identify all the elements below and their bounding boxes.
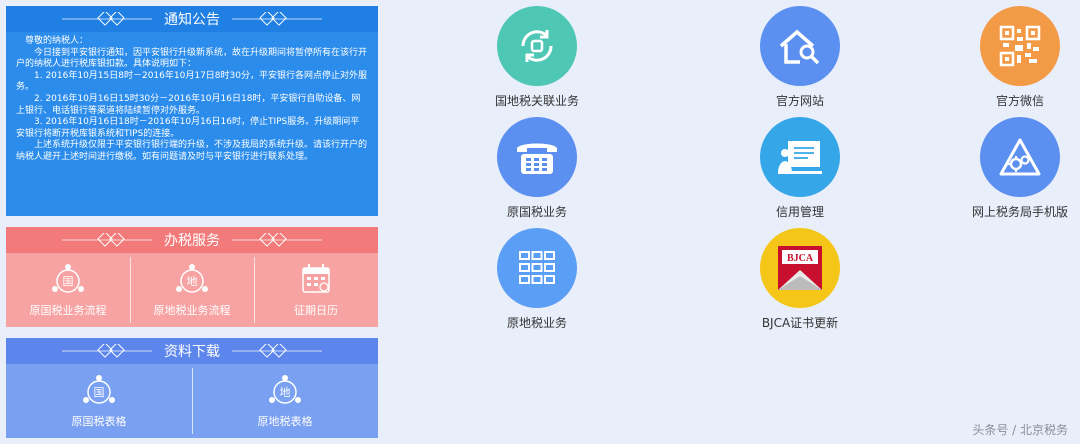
tax-service-header: 办税服务 — [6, 227, 378, 253]
app-label: 信用管理 — [775, 205, 824, 219]
national-tax-process-icon: 国 — [52, 264, 84, 293]
tile-label: 原国税表格 — [71, 415, 127, 428]
notice-title: 通知公告 — [164, 12, 220, 28]
house-search-icon — [760, 6, 840, 86]
app-official-wechat[interactable]: 官方微信 — [950, 6, 1080, 109]
app-bjca-cert-update[interactable]: BJCA BJCA证书更新 — [730, 228, 870, 331]
svg-text:国: 国 — [63, 275, 74, 288]
local-tax-forms-icon: 地 — [269, 375, 301, 404]
tile-local-tax-forms[interactable]: 地 原地税表格 — [192, 364, 378, 438]
notice-paragraph: 3. 2016年10月16日18时－2016年10月16日16时，停止TIPS服… — [16, 117, 360, 139]
app-national-tax-business[interactable]: 原国税业务 — [467, 117, 607, 220]
download-title: 资料下载 — [164, 344, 220, 360]
notice-paragraph: 1. 2016年10月15日8时－2016年10月17日8时30分，平安银行各网… — [16, 70, 367, 93]
tile-tax-calendar[interactable]: 征期日历 — [254, 253, 378, 327]
svg-text:国: 国 — [94, 386, 105, 399]
app-official-website[interactable]: 官方网站 — [730, 6, 870, 109]
app-credit-management[interactable]: 信用管理 — [730, 117, 870, 220]
app-local-tax-business[interactable]: 原地税业务 — [467, 228, 607, 331]
tile-local-tax-process[interactable]: 地 原地税业务流程 — [130, 253, 254, 327]
download-panel: 资料下载 国 原国税表格 地 原地税表格 — [6, 338, 378, 438]
grid-building-icon — [497, 228, 577, 308]
linked-business-icon — [497, 6, 577, 86]
credit-board-icon — [760, 117, 840, 197]
ornament-right-icon — [232, 233, 322, 247]
notice-paragraph: 上述系统升级仅限于平安银行银行端的升级，不涉及我局的系统升级。请该行开户的纳税人… — [16, 140, 368, 162]
svg-text:地: 地 — [280, 386, 291, 399]
ornament-left-icon — [62, 344, 152, 358]
tile-national-tax-forms[interactable]: 国 原国税表格 — [6, 364, 192, 438]
notice-body: 尊敬的纳税人： 今日接到平安银行通知，因平安银行升级新系统，故在升级期间将暂停所… — [6, 32, 378, 164]
mobile-gears-icon — [980, 117, 1060, 197]
notice-panel: 通知公告 尊敬的纳税人： 今日接到平安银行通知，因平安银行升级新系统，故在升级期… — [6, 6, 378, 216]
national-tax-forms-icon: 国 — [83, 375, 115, 404]
calendar-icon — [302, 264, 330, 293]
notice-header: 通知公告 — [6, 6, 378, 32]
app-label: 原国税业务 — [506, 205, 567, 219]
tile-label: 征期日历 — [294, 304, 338, 317]
ornament-left-icon — [62, 12, 152, 26]
svg-text:BJCA: BJCA — [787, 253, 814, 264]
tile-national-tax-process[interactable]: 国 原国税业务流程 — [6, 253, 130, 327]
app-label: 国地税关联业务 — [494, 94, 579, 108]
notice-paragraph: 今日接到平安银行通知，因平安银行升级新系统，故在升级期间将暂停所有在该行开户的纳… — [16, 47, 368, 70]
app-label: 官方网站 — [775, 94, 824, 108]
app-mobile-e-tax[interactable]: 网上税务局手机版 — [950, 117, 1080, 220]
app-label: BJCA证书更新 — [761, 316, 839, 330]
tile-label: 原地税表格 — [257, 415, 313, 428]
svg-text:地: 地 — [187, 275, 198, 288]
ornament-left-icon — [62, 233, 152, 247]
app-linked-business[interactable]: 国地税关联业务 — [467, 6, 607, 109]
watermark: 头条号 / 北京税务 — [972, 423, 1068, 437]
tax-service-title: 办税服务 — [164, 233, 220, 249]
bjca-logo-icon: BJCA — [760, 228, 840, 308]
notice-paragraph: 2. 2016年10月16日15时30分－2016年10月16日18时，平安银行… — [16, 93, 361, 116]
ornament-right-icon — [232, 344, 322, 358]
tile-label: 原地税业务流程 — [153, 304, 231, 317]
qrcode-icon — [980, 6, 1060, 86]
local-tax-process-icon: 地 — [176, 264, 208, 293]
app-label: 原地税业务 — [506, 316, 567, 330]
notice-greeting: 尊敬的纳税人： — [25, 36, 89, 46]
app-label: 官方微信 — [995, 94, 1044, 108]
tile-label: 原国税业务流程 — [29, 304, 107, 317]
ornament-right-icon — [232, 12, 322, 26]
app-label: 网上税务局手机版 — [971, 205, 1068, 219]
download-header: 资料下载 — [6, 338, 378, 364]
tax-service-panel: 办税服务 国 原国税业务流程 地 原地税业务流程 征期日历 — [6, 227, 378, 327]
telephone-icon — [497, 117, 577, 197]
